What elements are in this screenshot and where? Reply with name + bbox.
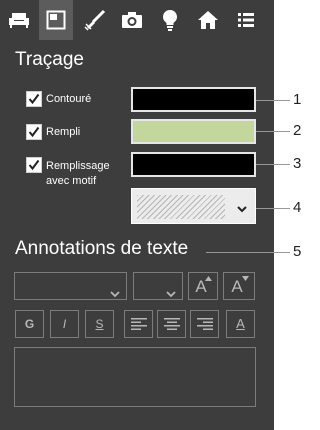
fill-color-swatch[interactable] — [131, 119, 256, 144]
chevron-down-icon — [166, 283, 176, 302]
align-right-icon — [196, 318, 213, 330]
tab-layout[interactable] — [39, 0, 73, 40]
home-icon — [197, 10, 219, 30]
shrink-font-label: A — [231, 277, 243, 296]
bold-label: G — [24, 317, 35, 331]
outline-color-swatch[interactable] — [131, 87, 256, 112]
callout-line-3 — [256, 164, 290, 165]
font-size-dropdown[interactable] — [133, 272, 183, 300]
callout-line-1 — [256, 100, 290, 101]
callout-5: 5 — [293, 243, 302, 260]
bold-button[interactable]: G — [15, 310, 44, 338]
list-icon — [237, 11, 255, 29]
callout-2: 2 — [293, 122, 302, 139]
pattern-fill-label-line2: avec motif — [46, 175, 97, 187]
fill-checkbox[interactable] — [26, 124, 42, 140]
grow-font-button[interactable]: A — [188, 272, 218, 300]
italic-button[interactable]: I — [50, 310, 79, 338]
align-left-button[interactable] — [124, 310, 153, 338]
camera-icon — [121, 11, 143, 29]
callout-1: 1 — [293, 91, 302, 108]
triangle-down-icon — [242, 276, 249, 281]
check-icon — [28, 159, 40, 171]
check-icon — [28, 126, 40, 138]
layout-icon — [46, 10, 66, 30]
callout-line-4 — [256, 208, 290, 209]
callout-line-2 — [256, 131, 290, 132]
align-left-icon — [130, 318, 147, 330]
brush-icon — [84, 9, 106, 31]
strikethrough-label: S — [95, 317, 104, 331]
chevron-down-icon — [110, 283, 120, 302]
shrink-font-button[interactable]: A — [223, 272, 255, 300]
callout-3: 3 — [293, 155, 302, 172]
chevron-down-icon — [236, 200, 248, 219]
section-title-annotations: Annotations de texte — [15, 238, 189, 259]
callout-line-5 — [206, 252, 290, 253]
tab-camera[interactable] — [115, 0, 149, 40]
align-center-button[interactable] — [157, 310, 186, 338]
annotation-text-input[interactable] — [14, 347, 256, 407]
tab-furniture[interactable] — [2, 0, 36, 40]
check-icon — [28, 93, 40, 105]
pattern-dropdown[interactable] — [131, 188, 256, 224]
callout-4: 4 — [293, 199, 302, 216]
tab-lighting[interactable] — [153, 0, 187, 40]
tab-paint[interactable] — [78, 0, 112, 40]
sofa-icon — [8, 11, 30, 29]
outline-checkbox[interactable] — [26, 91, 42, 107]
triangle-up-icon — [205, 276, 212, 281]
pattern-fill-checkbox[interactable] — [26, 157, 42, 173]
font-color-label: A — [236, 315, 245, 331]
font-color-button[interactable]: A — [226, 310, 255, 338]
font-family-dropdown[interactable] — [14, 272, 127, 300]
lightbulb-icon — [162, 9, 178, 31]
tab-home[interactable] — [191, 0, 225, 40]
align-right-button[interactable] — [190, 310, 219, 338]
fill-label: Rempli — [46, 126, 81, 138]
outline-label: Contouré — [46, 93, 92, 105]
toolbar — [0, 0, 274, 40]
formatting-panel: Traçage Contouré Rempli Remplissage avec… — [0, 0, 274, 430]
pattern-color-swatch[interactable] — [131, 152, 256, 177]
strikethrough-button[interactable]: S — [85, 310, 114, 338]
section-title-tracage: Traçage — [15, 49, 84, 70]
hatch-pattern-preview — [137, 195, 225, 219]
pattern-fill-label-line1: Remplissage — [46, 160, 110, 172]
tab-list[interactable] — [229, 0, 263, 40]
italic-label: I — [62, 317, 67, 331]
align-center-icon — [163, 318, 180, 330]
